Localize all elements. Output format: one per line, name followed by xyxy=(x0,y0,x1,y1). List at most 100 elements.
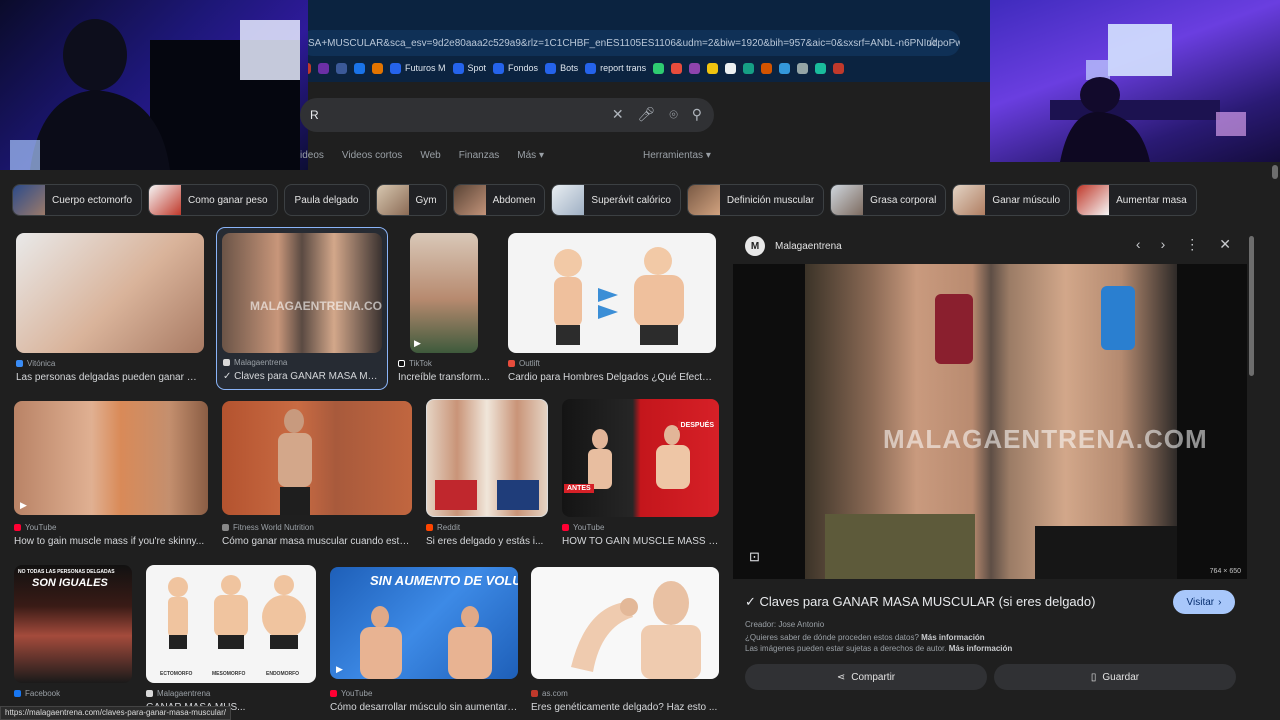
tab-short-videos[interactable]: Videos cortos xyxy=(342,150,402,161)
preview-title[interactable]: ✓ Claves para GANAR MASA MUSCULAR (si er… xyxy=(745,594,1095,610)
bookmark-favicon-icon[interactable] xyxy=(336,62,347,74)
bookmark-favicon-icon[interactable] xyxy=(833,62,845,74)
facebook-icon xyxy=(14,690,21,697)
image-result-selected[interactable]: MALAGAENTRENA.COM Malagaentrena ✓ Claves… xyxy=(216,227,388,390)
mirror-selfie-photos xyxy=(435,480,539,510)
previous-icon[interactable]: ‹ xyxy=(1136,236,1141,253)
bookmark-favicon-icon[interactable] xyxy=(761,62,773,74)
bookmark-favicon-icon[interactable] xyxy=(372,62,383,74)
address-bar[interactable]: SA+MUSCULAR&sca_esv=9d2e80aaa2c529a9&rlz… xyxy=(300,30,960,56)
bookmark-favicon-icon[interactable] xyxy=(797,62,809,74)
bookmark-bots[interactable]: Bots xyxy=(545,62,578,74)
result-title: Cardio para Hombres Delgados ¿Qué Efecto… xyxy=(508,372,716,383)
result-title: ✓ Claves para GANAR MASA MU... xyxy=(223,371,383,382)
next-icon[interactable]: › xyxy=(1161,236,1166,253)
image-result[interactable]: ▶ TikTok Increíble transform... xyxy=(398,233,490,385)
bookmark-favicon-icon[interactable] xyxy=(318,62,329,74)
bookmark-futuros[interactable]: Futuros M xyxy=(390,62,446,74)
more-info-link[interactable]: Más información xyxy=(949,644,1013,653)
result-source: Vitónica xyxy=(16,359,55,368)
reddit-icon xyxy=(426,524,433,531)
chip-gym[interactable]: Gym xyxy=(375,184,447,216)
chip-increase-mass[interactable]: Aumentar masa xyxy=(1076,184,1197,216)
search-icon[interactable]: ⚲ xyxy=(692,106,702,123)
more-info-link[interactable]: Más información xyxy=(921,633,985,642)
image-result[interactable]: as.com Eres genéticamente delgado? Haz e… xyxy=(531,567,719,713)
tab-finance[interactable]: Finanzas xyxy=(459,150,500,161)
image-result[interactable]: ECTOMORFO MESOMORFO ENDOMORFO Malagaentr… xyxy=(146,565,316,713)
image-result[interactable]: Fitness World Nutrition Cómo ganar masa … xyxy=(222,401,412,551)
chip-gain-weight[interactable]: Como ganar peso xyxy=(148,184,278,216)
tab-web[interactable]: Web xyxy=(420,150,440,161)
bookmark-favicon-icon[interactable] xyxy=(707,62,719,74)
result-thumbnail xyxy=(508,233,716,353)
result-title: Si eres delgado y estás i... xyxy=(426,536,544,547)
chip-thumbnail xyxy=(149,185,182,215)
label-ectomorph: ECTOMORFO xyxy=(160,671,193,677)
search-input[interactable]: R ✕ 🎤︎ ⌾ ⚲ xyxy=(300,98,714,132)
bookmark-favicon-icon[interactable] xyxy=(779,62,791,74)
save-button[interactable]: ▯ Guardar xyxy=(994,664,1236,690)
mirror-selfie-comparison xyxy=(805,264,1177,579)
chip-muscle-definition[interactable]: Definición muscular xyxy=(686,184,825,216)
bookmark-report-trans[interactable]: report trans xyxy=(585,62,646,74)
bookmark-favicon-icon[interactable] xyxy=(725,62,737,74)
image-result[interactable]: NO TODAS LAS PERSONAS DELGADAS SON IGUAL… xyxy=(14,565,132,705)
tab-more[interactable]: Más ▾ xyxy=(517,150,544,161)
image-result[interactable]: Outlift Cardio para Hombres Delgados ¿Qu… xyxy=(508,233,716,385)
image-result[interactable]: SIN AUMENTO DE VOLUMEN ▶ YouTube Cómo de… xyxy=(330,567,518,713)
panel-scrollbar[interactable] xyxy=(1249,236,1254,376)
share-button[interactable]: ⋖ Compartir xyxy=(745,664,987,690)
bookmark-favicon-icon[interactable] xyxy=(689,62,701,74)
site-favicon-icon xyxy=(146,690,153,697)
result-thumbnail: ▶ xyxy=(14,401,208,515)
chip-caloric-surplus[interactable]: Superávit calórico xyxy=(551,184,681,216)
globe-icon xyxy=(390,62,401,74)
result-title: How to gain muscle mass if you're skinny… xyxy=(14,536,205,547)
result-thumbnail: ECTOMORFO MESOMORFO ENDOMORFO xyxy=(146,565,316,683)
man-photo xyxy=(278,409,312,515)
chip-thin-person[interactable]: Paula delgado xyxy=(283,184,370,216)
site-favicon-icon xyxy=(16,360,23,367)
chip-body-fat[interactable]: Grasa corporal xyxy=(830,184,947,216)
bookmark-fondos[interactable]: Fondos xyxy=(493,62,538,74)
clear-icon[interactable]: ✕ xyxy=(612,106,624,123)
image-result[interactable]: ANTES DESPUÉS YouTube HOW TO GAIN MUSCLE… xyxy=(562,399,719,551)
panel-site-name[interactable]: Malagaentrena xyxy=(775,241,842,252)
visit-button[interactable]: Visitar › xyxy=(1173,590,1235,614)
preview-image[interactable]: MALAGAENTRENA.COM ⊡ 764 × 650 xyxy=(733,264,1247,579)
microphone-icon[interactable]: 🎤︎ xyxy=(638,106,656,123)
image-result[interactable]: Vitónica Las personas delgadas pueden ga… xyxy=(16,233,206,385)
more-options-icon[interactable]: ⋮ xyxy=(1185,236,1199,253)
result-source: as.com xyxy=(531,689,568,698)
site-logo-icon[interactable]: M xyxy=(745,236,765,256)
chip-thumbnail xyxy=(1077,185,1110,215)
label-mesomorph: MESOMORFO xyxy=(212,671,246,677)
result-source: Fitness World Nutrition xyxy=(222,523,314,532)
result-title: HOW TO GAIN MUSCLE MASS I... xyxy=(562,536,719,547)
bookmark-spot[interactable]: Spot xyxy=(452,62,486,74)
camera-lens-icon[interactable]: ⌾ xyxy=(669,106,677,123)
image-result[interactable]: Reddit Si eres delgado y estás i... xyxy=(426,399,548,551)
chip-ectomorph[interactable]: Cuerpo ectomorfo xyxy=(12,184,143,216)
bookmark-favicon-icon[interactable] xyxy=(653,62,665,74)
chip-abdomen[interactable]: Abdomen xyxy=(452,184,546,216)
search-tabs: ideos Videos cortos Web Finanzas Más ▾ xyxy=(300,150,544,161)
page-scrollbar[interactable] xyxy=(1272,165,1278,179)
close-icon[interactable]: ✕ xyxy=(1219,236,1231,253)
bookmark-favicon-icon[interactable] xyxy=(815,62,827,74)
bookmark-star-icon[interactable]: ☆ xyxy=(926,34,938,50)
google-lens-icon[interactable]: ⊡ xyxy=(749,549,760,565)
result-thumbnail: NO TODAS LAS PERSONAS DELGADAS SON IGUAL… xyxy=(14,565,132,683)
image-preview-panel: M Malagaentrena ‹ › ⋮ ✕ MALAGAENTRENA.CO… xyxy=(733,228,1257,720)
bookmarks-bar: Futuros M Spot Fondos Bots report trans xyxy=(300,58,990,78)
result-source: YouTube xyxy=(562,523,604,532)
bookmark-favicon-icon[interactable] xyxy=(354,62,365,74)
tab-videos[interactable]: ideos xyxy=(300,150,324,161)
bookmark-favicon-icon[interactable] xyxy=(743,62,755,74)
tools-dropdown[interactable]: Herramientas ▾ xyxy=(643,150,711,161)
chip-gain-muscle[interactable]: Ganar músculo xyxy=(952,184,1071,216)
image-result[interactable]: ▶ YouTube How to gain muscle mass if you… xyxy=(14,401,208,551)
result-title: Las personas delgadas pueden ganar mú... xyxy=(16,372,204,383)
bookmark-favicon-icon[interactable] xyxy=(671,62,683,74)
